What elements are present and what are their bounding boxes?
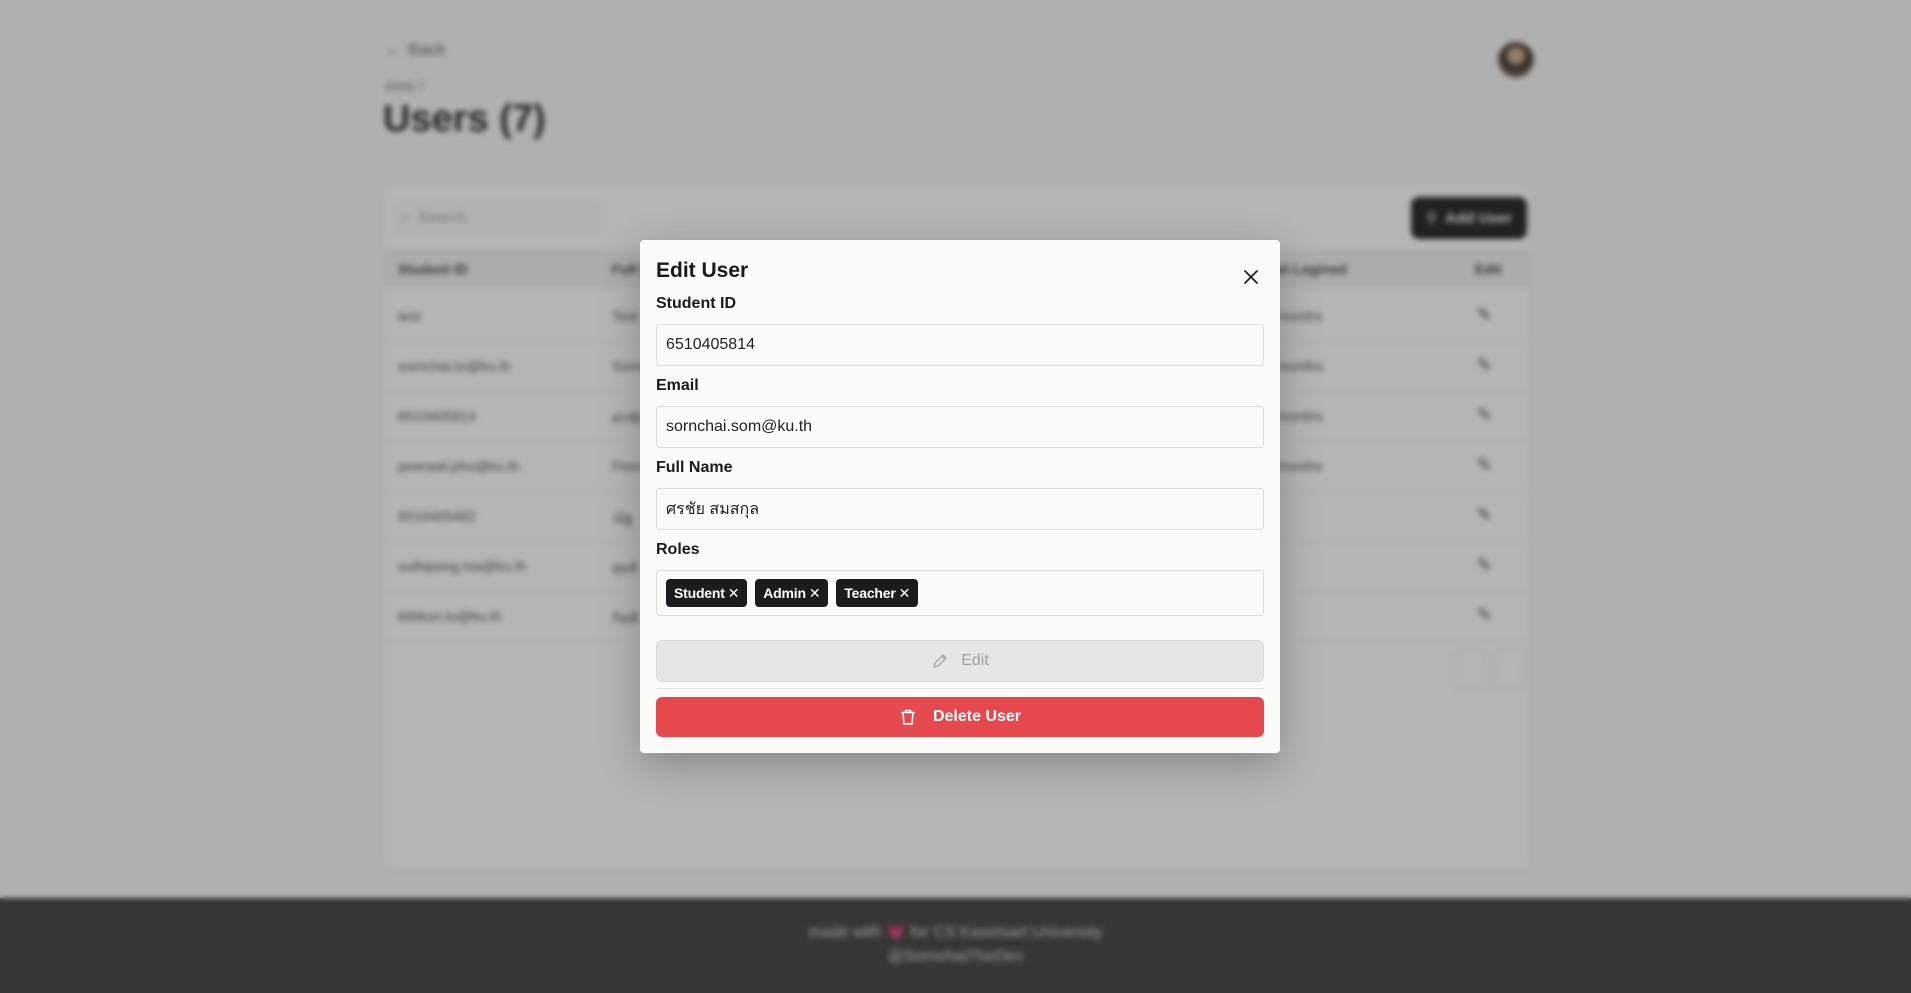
remove-role-icon[interactable]: ✕ [899, 585, 911, 602]
roles-field[interactable]: Student ✕ Admin ✕ Teacher ✕ [656, 570, 1264, 616]
role-chip-teacher: Teacher ✕ [836, 579, 919, 607]
roles-label: Roles [656, 541, 700, 558]
divider [656, 688, 1264, 689]
role-chip-label: Student [674, 585, 725, 601]
remove-role-icon[interactable]: ✕ [728, 585, 740, 602]
edit-button[interactable]: Edit [656, 640, 1264, 682]
role-chip-label: Teacher [844, 585, 896, 601]
edit-user-dialog: Edit User Student ID Email Full Name Rol… [640, 240, 1280, 753]
pencil-icon [933, 654, 947, 668]
close-button[interactable] [1236, 262, 1266, 292]
role-chip-admin: Admin ✕ [755, 579, 829, 607]
edit-button-label: Edit [961, 652, 989, 669]
student-id-label: Student ID [656, 295, 736, 312]
dialog-title: Edit User [656, 259, 749, 282]
delete-user-label: Delete User [932, 708, 1022, 725]
full-name-field[interactable] [656, 488, 1264, 530]
role-chip-student: Student ✕ [666, 579, 748, 607]
email-label: Email [656, 377, 699, 394]
student-id-field[interactable] [656, 324, 1264, 366]
full-name-label: Full Name [656, 459, 733, 476]
close-icon [1244, 270, 1258, 284]
remove-role-icon[interactable]: ✕ [809, 585, 821, 602]
email-field[interactable] [656, 406, 1264, 448]
role-chip-label: Admin [763, 585, 806, 601]
trash-icon [900, 709, 916, 725]
delete-user-button[interactable]: Delete User [656, 697, 1264, 737]
